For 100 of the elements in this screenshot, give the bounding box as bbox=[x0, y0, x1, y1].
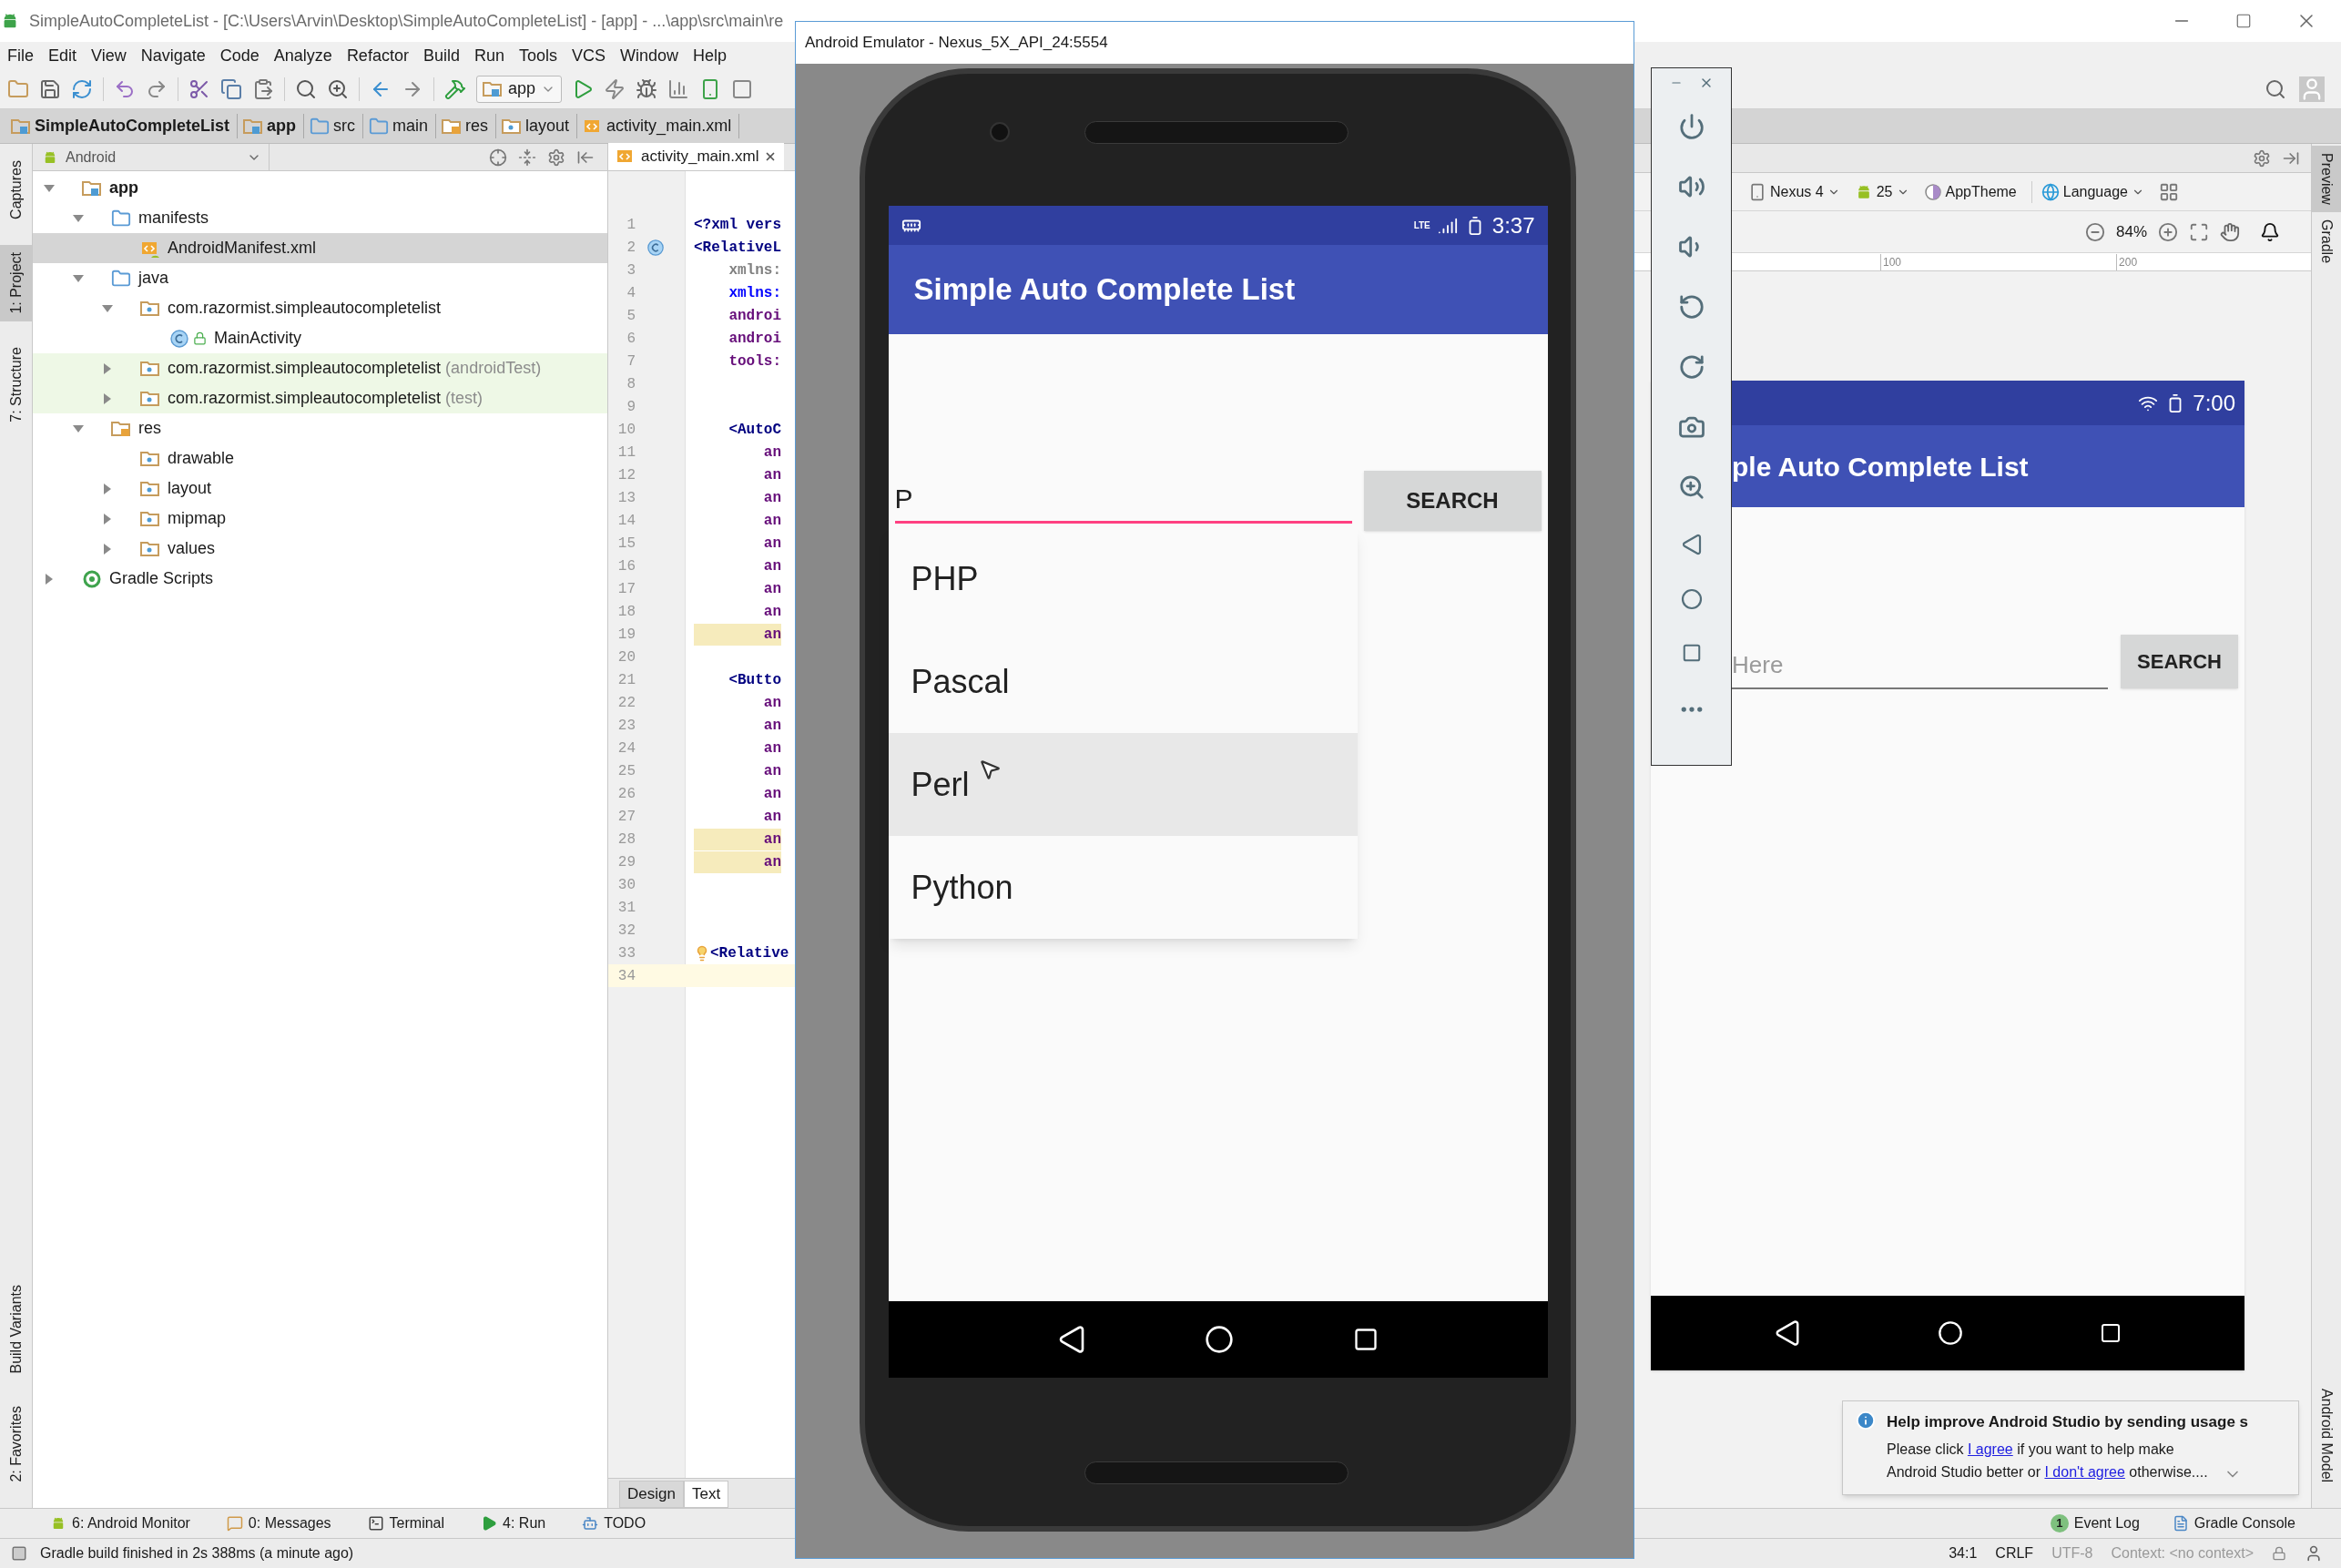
suggestion-item[interactable]: Python bbox=[888, 836, 1358, 939]
tree-item[interactable]: values bbox=[33, 534, 607, 564]
tool-window-button[interactable]: 4: Run bbox=[481, 1512, 546, 1534]
tree-item[interactable]: manifests bbox=[33, 203, 607, 233]
menu-item[interactable]: Edit bbox=[48, 43, 77, 68]
tool-window-button[interactable]: 0: Messages bbox=[226, 1512, 331, 1534]
menu-item[interactable]: Window bbox=[620, 43, 679, 68]
tool-window-button[interactable]: 1 Event Log bbox=[2050, 1512, 2140, 1534]
menu-item[interactable]: Help bbox=[693, 43, 728, 68]
search-button[interactable]: SEARCH bbox=[2121, 635, 2238, 688]
tree-item[interactable]: com.razormist.simpleautocompletelist bbox=[33, 293, 607, 323]
editor-mode-tab[interactable]: Text bbox=[683, 1481, 729, 1508]
notification-link[interactable]: I agree bbox=[1967, 1441, 2013, 1457]
line-number: 15 bbox=[616, 534, 636, 554]
tool-window-tab[interactable]: 7: Structure bbox=[0, 339, 32, 430]
search-button[interactable]: SEARCH bbox=[1363, 471, 1542, 531]
autocomplete-input[interactable]: P bbox=[894, 475, 1352, 524]
line-number: 34 bbox=[616, 966, 636, 986]
code-line: an bbox=[762, 693, 781, 713]
line-number: 21 bbox=[616, 670, 636, 690]
breadcrumb-item[interactable]: layout bbox=[502, 114, 578, 138]
tool-window-tab[interactable]: 1: Project bbox=[0, 244, 32, 321]
line-number: 2 bbox=[626, 238, 636, 258]
line-number: 18 bbox=[616, 602, 636, 622]
tree-item[interactable]: drawable bbox=[33, 443, 607, 473]
menu-item[interactable]: Code bbox=[219, 43, 260, 68]
run-configuration-dropdown[interactable]: app bbox=[476, 75, 563, 103]
menu-item[interactable]: Refactor bbox=[346, 43, 409, 68]
line-number: 8 bbox=[626, 374, 636, 394]
theme-selector[interactable]: AppTheme bbox=[1923, 180, 2017, 203]
menu-item[interactable]: Build bbox=[422, 43, 460, 68]
code-line: an bbox=[762, 602, 781, 622]
code-line: an bbox=[762, 511, 781, 531]
code-line: an bbox=[762, 761, 781, 781]
code-line: <AutoC bbox=[728, 420, 781, 440]
tool-window-button[interactable]: Terminal bbox=[367, 1512, 445, 1534]
language-dropdown[interactable]: Language bbox=[2031, 180, 2144, 203]
status-time: 3:37 bbox=[1491, 211, 1535, 239]
tool-window-tab[interactable]: Android Model bbox=[2312, 1380, 2341, 1490]
breadcrumb-item[interactable]: src bbox=[310, 114, 364, 138]
menu-item[interactable]: View bbox=[91, 43, 127, 68]
editor-mode-tab[interactable]: Design bbox=[619, 1481, 684, 1508]
tool-window-tab[interactable]: Gradle bbox=[2312, 211, 2341, 270]
line-separator[interactable]: CRLF bbox=[1995, 1543, 2034, 1564]
suggestion-item[interactable]: PHP bbox=[888, 527, 1358, 630]
line-number: 27 bbox=[616, 807, 636, 827]
menu-item[interactable]: File bbox=[7, 43, 34, 68]
notification-link[interactable]: I don't agree bbox=[2044, 1463, 2125, 1480]
tree-item[interactable]: java bbox=[33, 263, 607, 293]
tree-item[interactable]: com.razormist.simpleautocompletelist (androidTest) bbox=[33, 353, 607, 383]
tool-window-button[interactable]: Gradle Console bbox=[2172, 1512, 2295, 1534]
breadcrumb-item[interactable]: SimpleAutoCompleteList bbox=[11, 114, 238, 138]
code-line: <Relative bbox=[710, 943, 789, 963]
breadcrumb-item[interactable]: res bbox=[442, 114, 497, 138]
tree-item[interactable]: com.razormist.simpleautocompletelist (test) bbox=[33, 383, 607, 413]
line-number: 23 bbox=[616, 716, 636, 736]
tree-item[interactable]: MainActivity bbox=[33, 323, 607, 353]
window-title: SimpleAutoCompleteList - [C:\Users\Arvin\Desktop\SimpleAutoCompleteList] - [app] - ...\app\src\main\re bbox=[29, 10, 784, 32]
device-dropdown[interactable]: Nexus 4 bbox=[1748, 180, 1840, 203]
tree-item[interactable]: res bbox=[33, 413, 607, 443]
line-number: 1 bbox=[626, 215, 636, 235]
menu-item[interactable]: Run bbox=[473, 43, 504, 68]
file-encoding: UTF-8 bbox=[2051, 1544, 2093, 1563]
line-number: 11 bbox=[616, 443, 636, 463]
line-number: 25 bbox=[616, 761, 636, 781]
tree-item[interactable]: layout bbox=[33, 473, 607, 504]
line-number: 28 bbox=[616, 830, 636, 850]
code-line: an bbox=[762, 534, 781, 554]
api-level-dropdown[interactable]: 25 bbox=[1854, 180, 1909, 203]
status-time: 7:00 bbox=[2193, 389, 2235, 417]
menu-item[interactable]: Analyze bbox=[273, 43, 332, 68]
suggestion-item[interactable]: Pascal bbox=[888, 630, 1358, 733]
tool-window-button[interactable]: TODO bbox=[582, 1512, 646, 1534]
line-number: 14 bbox=[616, 511, 636, 531]
tool-window-tab[interactable]: Captures bbox=[0, 153, 32, 227]
line-number: 4 bbox=[626, 283, 636, 303]
line-number: 19 bbox=[616, 625, 636, 645]
tool-window-tab[interactable]: 2: Favorites bbox=[0, 1399, 32, 1490]
tree-item[interactable]: app bbox=[33, 173, 607, 203]
breadcrumb-item[interactable]: app bbox=[243, 114, 305, 138]
tree-item[interactable]: AndroidManifest.xml bbox=[33, 233, 607, 263]
code-line: an bbox=[762, 738, 781, 759]
tool-window-tab[interactable]: Preview bbox=[2312, 146, 2341, 212]
editor-tab[interactable]: activity_main.xml bbox=[608, 143, 785, 170]
tree-item[interactable]: mipmap bbox=[33, 504, 607, 534]
notification-title: Help improve Android Studio by sending usage s bbox=[1887, 1412, 2249, 1432]
tool-window-button[interactable]: 6: Android Monitor bbox=[50, 1512, 190, 1534]
menu-item[interactable]: Navigate bbox=[140, 43, 206, 68]
suggestion-item[interactable]: Perl bbox=[888, 733, 1358, 836]
tree-item[interactable]: Gradle Scripts bbox=[33, 564, 607, 594]
context-label: Context: <no context> bbox=[2111, 1544, 2254, 1563]
ruler-label: 100 bbox=[1880, 254, 1902, 270]
line-number: 22 bbox=[616, 693, 636, 713]
breadcrumb-item[interactable]: activity_main.xml bbox=[583, 114, 740, 138]
tool-window-tab[interactable]: Build Variants bbox=[0, 1277, 32, 1381]
code-line: androi bbox=[728, 306, 781, 326]
breadcrumb-item[interactable]: main bbox=[369, 114, 437, 138]
menu-item[interactable]: Tools bbox=[518, 43, 557, 68]
code-line: <RelativeL bbox=[694, 238, 781, 258]
menu-item[interactable]: VCS bbox=[572, 43, 606, 68]
